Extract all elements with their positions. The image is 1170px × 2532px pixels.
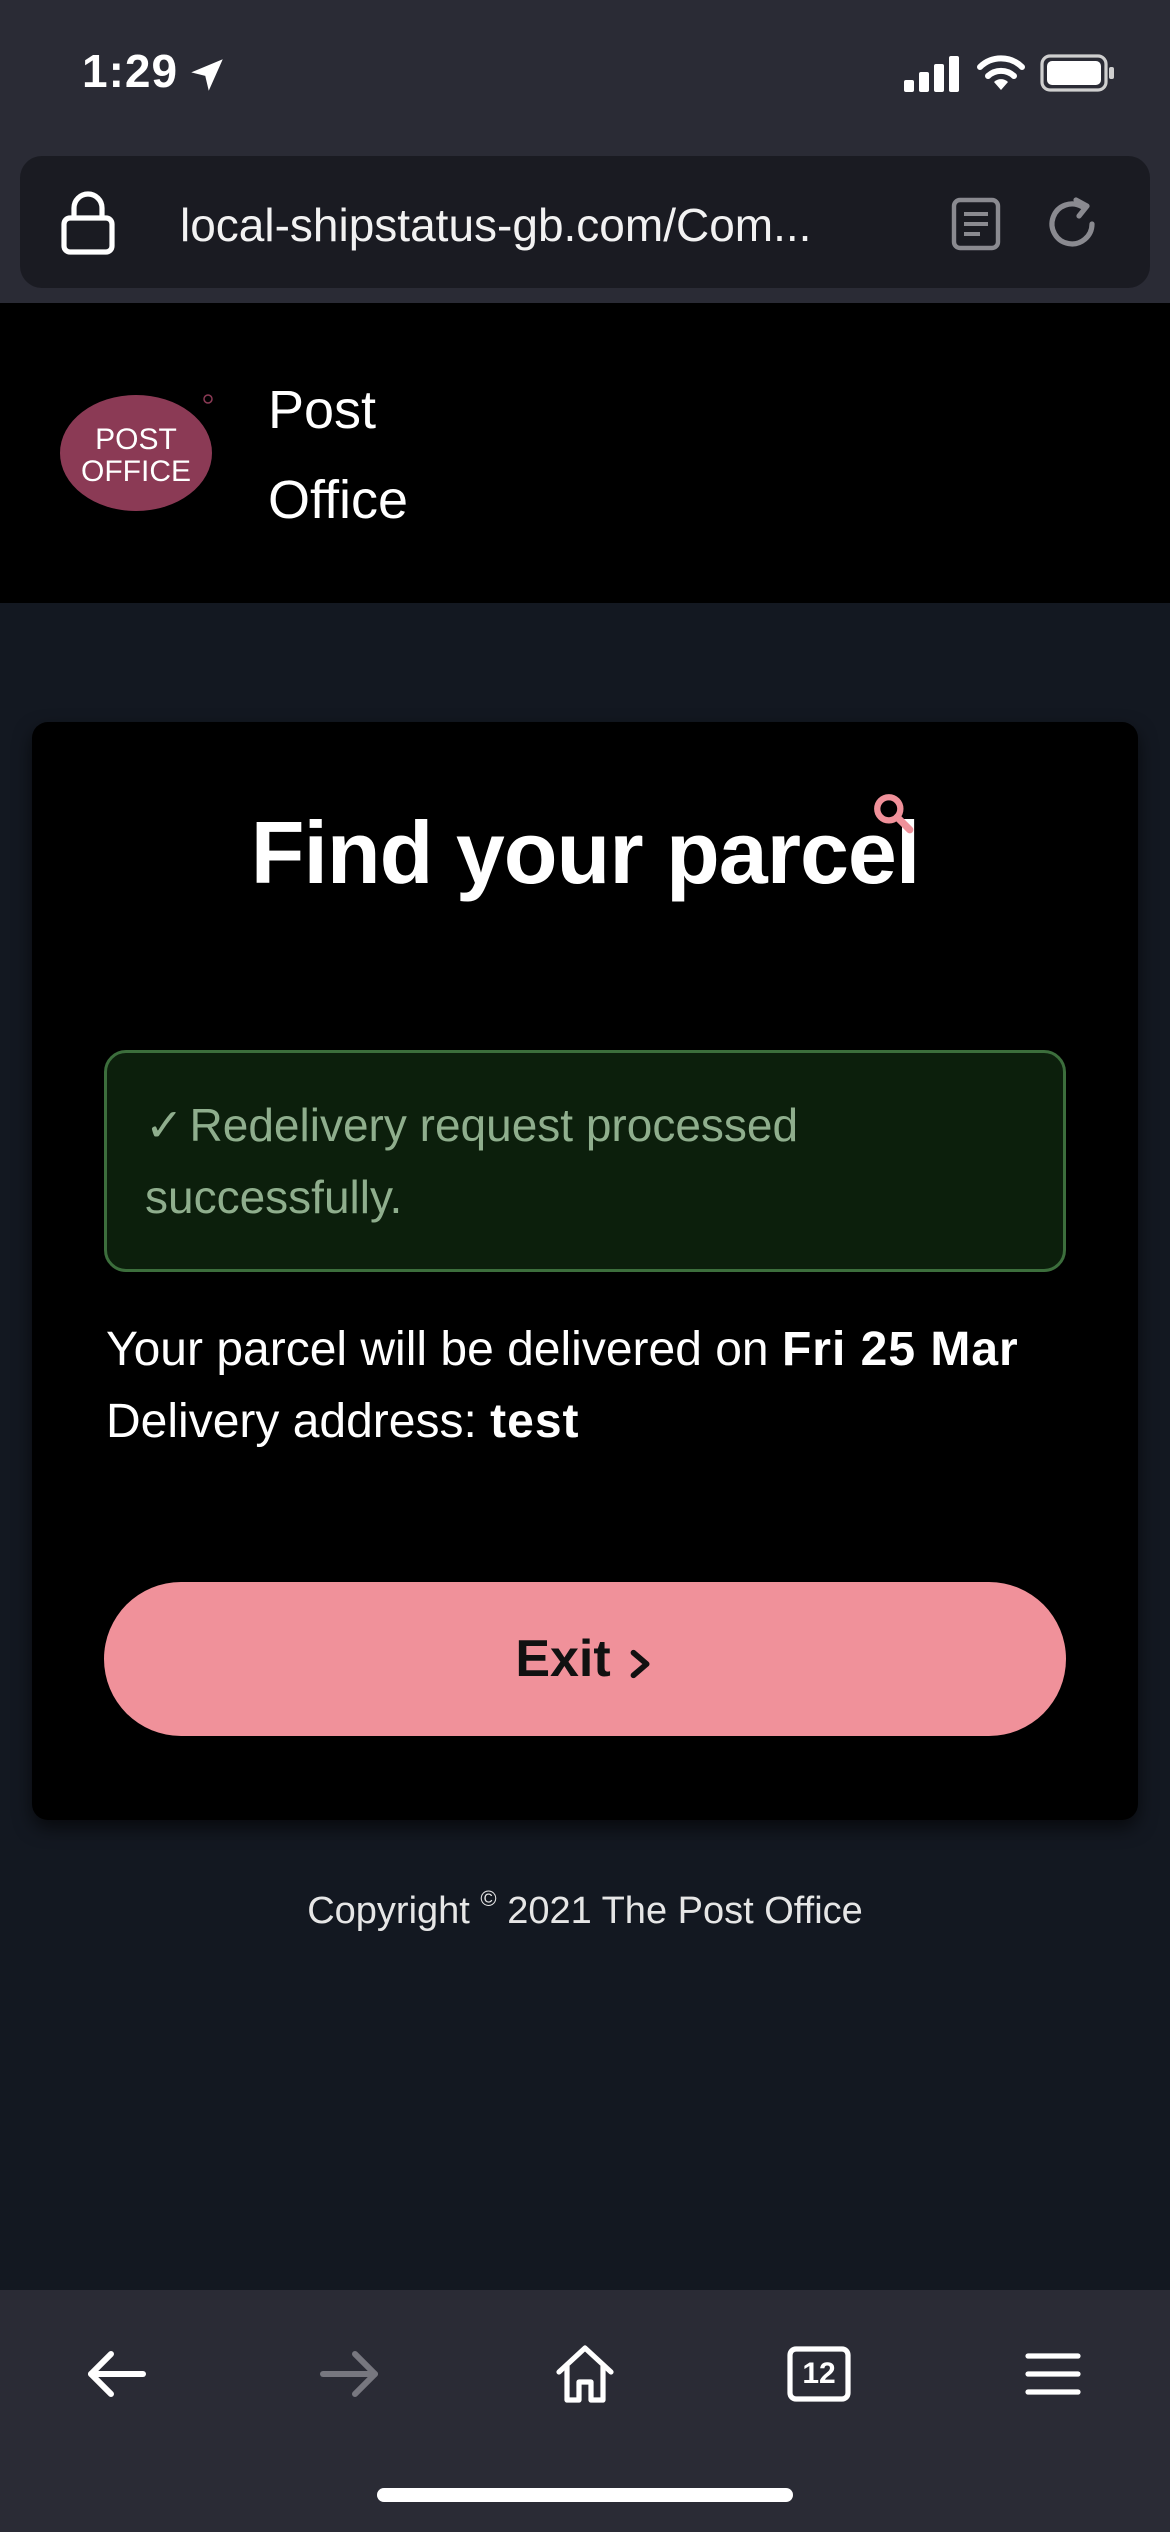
page-title: Find your parcel xyxy=(250,803,921,902)
delivery-date-value: Fri 25 Mar xyxy=(781,1323,1019,1376)
find-parcel-card: Find your parcel ✓ Redelivery request pro… xyxy=(32,722,1138,1820)
menu-icon xyxy=(1025,2353,1081,2395)
menu-button[interactable] xyxy=(1013,2334,1093,2414)
svg-text:POST: POST xyxy=(95,423,177,456)
back-button[interactable] xyxy=(76,2334,156,2414)
exit-button-label: Exit xyxy=(515,1630,611,1688)
tabs-button[interactable]: 12 xyxy=(779,2334,859,2414)
chevron-right-icon xyxy=(630,1649,650,1679)
exit-button[interactable]: Exit xyxy=(104,1582,1066,1736)
copyright-footer: Copyright © 2021 The Post Office xyxy=(0,1886,1170,1933)
delivery-date-line: Your parcel will be delivered on Fri 25 … xyxy=(106,1314,1106,1386)
cellular-signal-icon xyxy=(904,56,959,92)
copyright-suffix: 2021 The Post Office xyxy=(507,1890,863,1932)
success-message-text: Redelivery request processed successfull… xyxy=(145,1099,799,1223)
status-time: 1:29 xyxy=(82,45,179,97)
copyright-symbol: © xyxy=(480,1886,497,1911)
check-icon: ✓ xyxy=(145,1099,184,1151)
tabs-count: 12 xyxy=(802,2357,836,2390)
status-bar: 1:29 xyxy=(0,0,1170,150)
url-text[interactable]: local-shipstatus-gb.com/Com... xyxy=(180,198,940,252)
site-header: POST OFFICE Post Office xyxy=(0,303,1170,603)
delivery-address-value: test xyxy=(490,1395,580,1448)
success-alert: ✓ Redelivery request processed successful… xyxy=(104,1050,1066,1272)
back-arrow-icon xyxy=(88,2351,146,2397)
brand-name: Post Office xyxy=(268,365,568,545)
search-icon xyxy=(874,794,914,834)
address-bar[interactable]: local-shipstatus-gb.com/Com... xyxy=(20,156,1150,288)
home-icon xyxy=(556,2345,614,2403)
brand-line-2: Office xyxy=(268,470,409,530)
delivery-address-label: Delivery address: xyxy=(106,1395,477,1448)
forward-button[interactable] xyxy=(310,2334,390,2414)
wifi-icon xyxy=(977,55,1025,90)
delivery-address-line: Delivery address: test xyxy=(106,1386,1106,1458)
brand-line-1: Post xyxy=(268,380,377,440)
forward-arrow-icon xyxy=(320,2351,378,2397)
location-arrow-icon xyxy=(191,59,223,91)
success-message: ✓ Redelivery request processed successful… xyxy=(145,1089,1025,1233)
copyright-prefix: Copyright xyxy=(307,1890,470,1932)
reload-icon[interactable] xyxy=(1042,194,1102,254)
post-office-logo[interactable]: POST OFFICE xyxy=(60,389,220,513)
home-indicator[interactable] xyxy=(377,2488,793,2502)
delivery-date-label: Your parcel will be delivered on xyxy=(106,1323,769,1376)
lock-icon xyxy=(61,191,115,255)
home-button[interactable] xyxy=(545,2334,625,2414)
svg-text:OFFICE: OFFICE xyxy=(81,455,191,488)
browser-address-area: local-shipstatus-gb.com/Com... xyxy=(0,150,1170,303)
reader-mode-icon[interactable] xyxy=(950,196,1002,252)
battery-icon xyxy=(1040,54,1114,92)
